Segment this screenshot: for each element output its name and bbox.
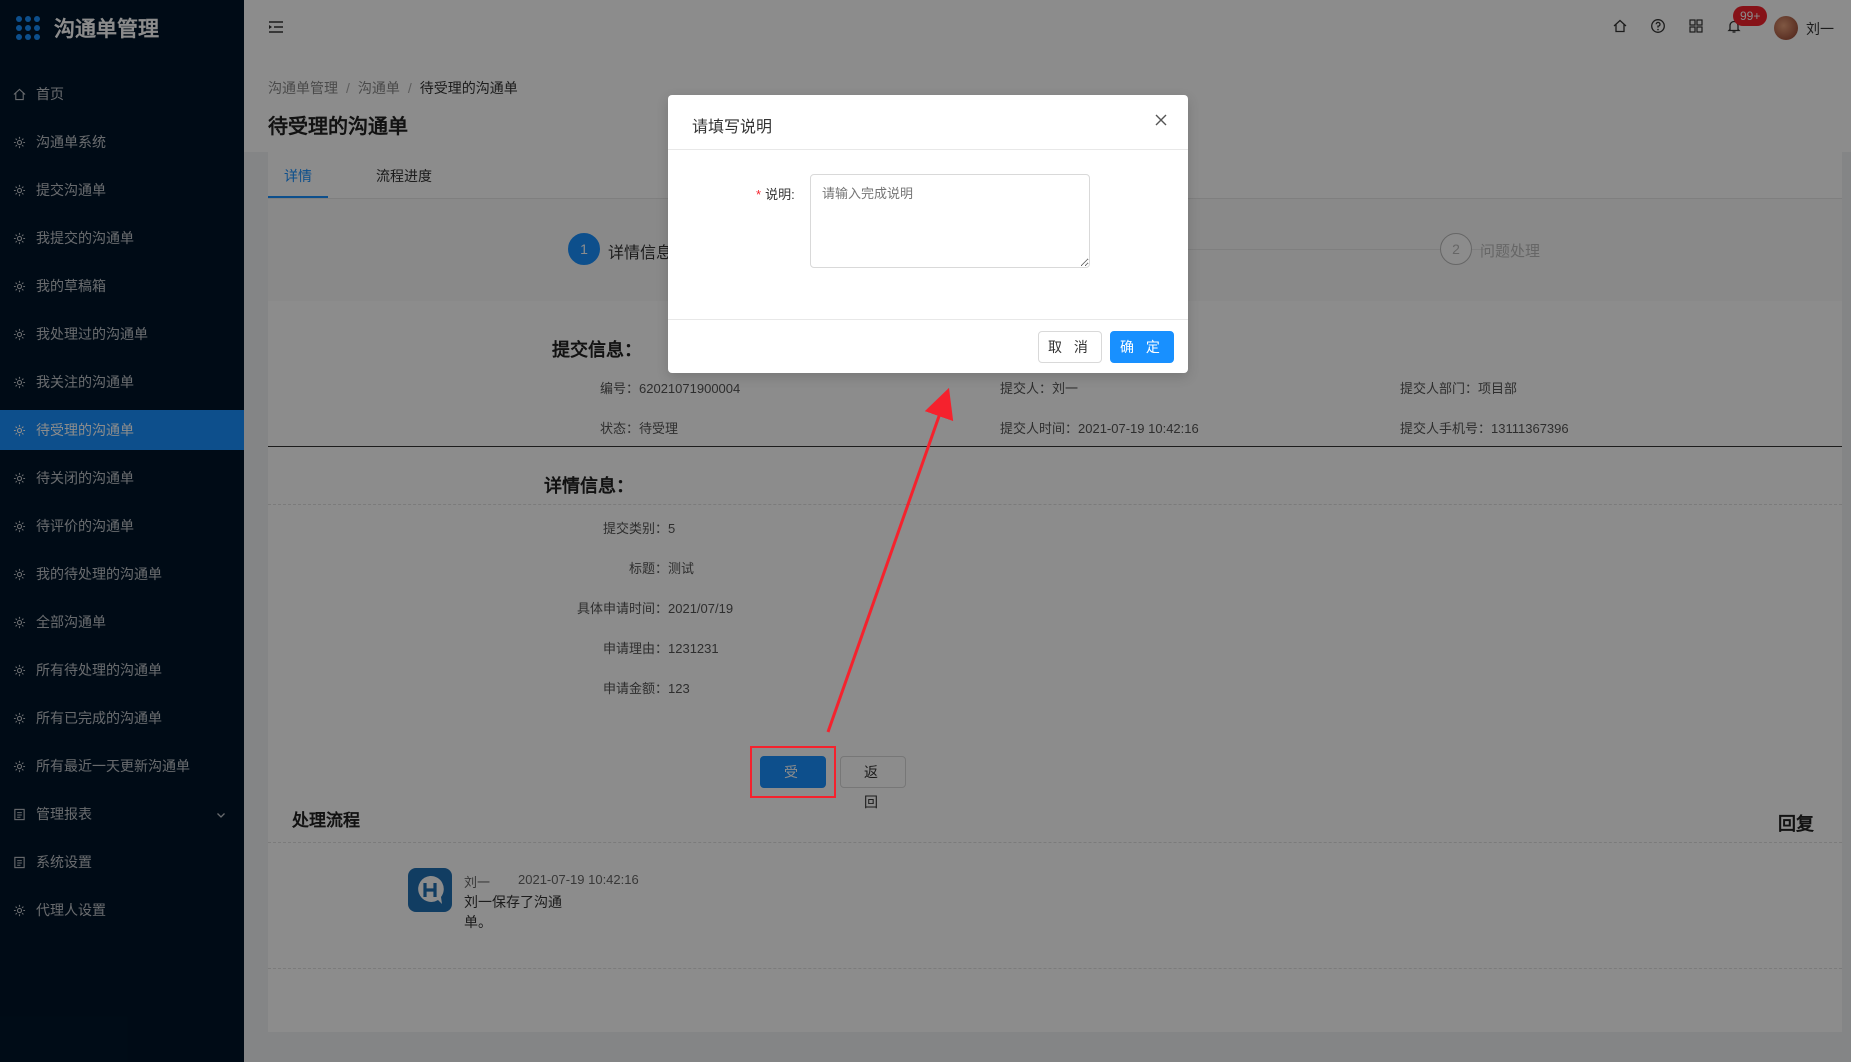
cancel-button[interactable]: 取 消 bbox=[1038, 331, 1102, 363]
close-icon[interactable] bbox=[1154, 113, 1170, 129]
required-mark: * bbox=[756, 187, 762, 202]
modal-title: 请填写说明 bbox=[692, 119, 773, 136]
modal-footer: 取 消 确 定 bbox=[668, 319, 1188, 373]
modal-header: 请填写说明 bbox=[668, 95, 1188, 150]
explanation-textarea[interactable] bbox=[810, 174, 1090, 268]
confirm-button[interactable]: 确 定 bbox=[1110, 331, 1174, 363]
explanation-label: * 说明: bbox=[756, 187, 795, 202]
explanation-modal: 请填写说明 *说明: 取 消 确 定 bbox=[668, 95, 1188, 373]
